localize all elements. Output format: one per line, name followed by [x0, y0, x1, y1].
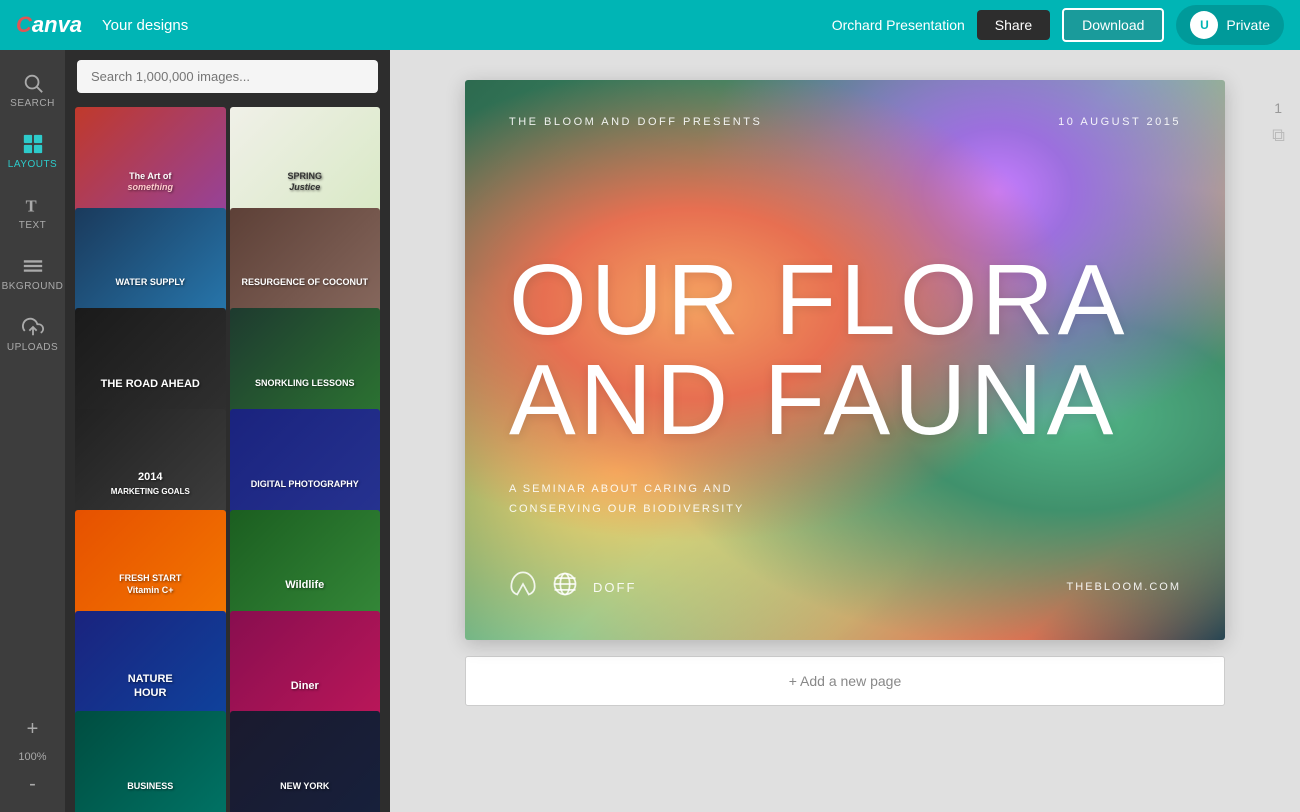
- sidebar-item-text[interactable]: T TEXT: [0, 182, 65, 243]
- app-header: Canva Your designs Orchard Presentation …: [0, 0, 1300, 50]
- footer-url: THEBLOOM.COM: [1067, 581, 1181, 593]
- thumb-label: Diner: [285, 673, 325, 699]
- design-content: THE BLOOM AND DOFF PRESENTS 10 AUGUST 20…: [465, 80, 1225, 640]
- thumb-label: The Art ofsomething: [121, 165, 179, 200]
- design-card[interactable]: THE BLOOM AND DOFF PRESENTS 10 AUGUST 20…: [465, 80, 1225, 640]
- page-number: 1: [1274, 100, 1282, 116]
- thumb-label: NATUREHOUR: [122, 666, 179, 707]
- footer-brand: DOFF: [593, 580, 636, 595]
- title-line1: OUR FLORA: [509, 250, 1181, 350]
- private-label: Private: [1226, 17, 1270, 33]
- sidebar-item-uploads[interactable]: UPLOADS: [0, 304, 65, 365]
- design-footer: DOFF THEBLOOM.COM: [509, 570, 1181, 604]
- search-input[interactable]: [77, 60, 378, 93]
- svg-text:T: T: [25, 196, 36, 215]
- list-item[interactable]: NEW YORK: [230, 711, 381, 812]
- text-label: TEXT: [19, 220, 47, 231]
- thumb-label: THE ROAD AHEAD: [95, 371, 206, 397]
- canvas-area: 1 ⧉ THE BLOOM AND DOFF PRESENTS 10 AUGUS…: [390, 50, 1300, 812]
- footer-left: DOFF: [509, 570, 636, 604]
- main-layout: SEARCH LAYOUTS T TEXT BKGROUND: [0, 50, 1300, 812]
- header-actions: Orchard Presentation Share Download U Pr…: [832, 5, 1284, 45]
- thumb-label: SPRINGJustice: [281, 165, 328, 200]
- globe-icon: [551, 570, 579, 604]
- design-presenter: THE BLOOM AND DOFF PRESENTS: [509, 116, 762, 128]
- copy-icon[interactable]: ⧉: [1272, 125, 1285, 146]
- search-bar: [65, 50, 390, 103]
- zoom-in-button[interactable]: +: [0, 712, 65, 747]
- zoom-out-button[interactable]: -: [0, 767, 65, 802]
- left-panel: The Art ofsomething SPRINGJustice WATER …: [65, 50, 390, 812]
- add-page-button[interactable]: + Add a new page: [465, 656, 1225, 706]
- thumb-label: NEW YORK: [274, 775, 335, 799]
- background-label: BKGROUND: [2, 281, 64, 292]
- download-button[interactable]: Download: [1062, 8, 1164, 42]
- thumb-label: Wildlife: [279, 572, 330, 598]
- search-label: SEARCH: [10, 98, 55, 109]
- design-main-title: OUR FLORA AND FAUNA: [509, 250, 1181, 450]
- sidebar-bottom: + 100% -: [0, 712, 65, 812]
- design-date: 10 AUGUST 2015: [1058, 116, 1181, 128]
- design-description: A SEMINAR ABOUT CARING AND CONSERVING OU…: [509, 480, 744, 520]
- thumb-label: 2014MARKETING GOALS: [105, 464, 196, 505]
- nav-title: Your designs: [102, 17, 832, 34]
- app-logo: Canva: [16, 12, 82, 38]
- zoom-level: 100%: [18, 747, 46, 767]
- design-title-area: OUR FLORA AND FAUNA: [509, 250, 1181, 450]
- thumb-label: DIGITAL PHOTOGRAPHY: [245, 473, 365, 497]
- thumb-label: SNORKLING LESSONS: [249, 372, 361, 396]
- desc-line2: CONSERVING OUR BIODIVERSITY: [509, 500, 744, 520]
- thumb-label: FRESH STARTVitamin C+: [113, 567, 187, 602]
- sidebar-item-layouts[interactable]: LAYOUTS: [0, 121, 65, 182]
- thumb-label: BUSINESS: [121, 775, 179, 799]
- doc-name: Orchard Presentation: [832, 17, 965, 33]
- avatar: U: [1190, 11, 1218, 39]
- list-item[interactable]: BUSINESS: [75, 711, 226, 812]
- sidebar-icons: SEARCH LAYOUTS T TEXT BKGROUND: [0, 50, 65, 812]
- layouts-label: LAYOUTS: [8, 159, 57, 170]
- title-line2: AND FAUNA: [509, 350, 1181, 450]
- share-button[interactable]: Share: [977, 10, 1050, 40]
- sidebar-item-search[interactable]: SEARCH: [0, 60, 65, 121]
- private-button[interactable]: U Private: [1176, 5, 1284, 45]
- leaf-icon: [509, 570, 537, 604]
- desc-line1: A SEMINAR ABOUT CARING AND: [509, 480, 744, 500]
- sidebar-item-background[interactable]: BKGROUND: [0, 243, 65, 304]
- thumb-label: RESURGENCE OF COCONUT: [235, 271, 374, 295]
- thumbnails-grid: The Art ofsomething SPRINGJustice WATER …: [65, 103, 390, 812]
- uploads-label: UPLOADS: [7, 342, 58, 353]
- design-header-row: THE BLOOM AND DOFF PRESENTS 10 AUGUST 20…: [509, 116, 1181, 128]
- thumb-label: WATER SUPPLY: [109, 271, 191, 295]
